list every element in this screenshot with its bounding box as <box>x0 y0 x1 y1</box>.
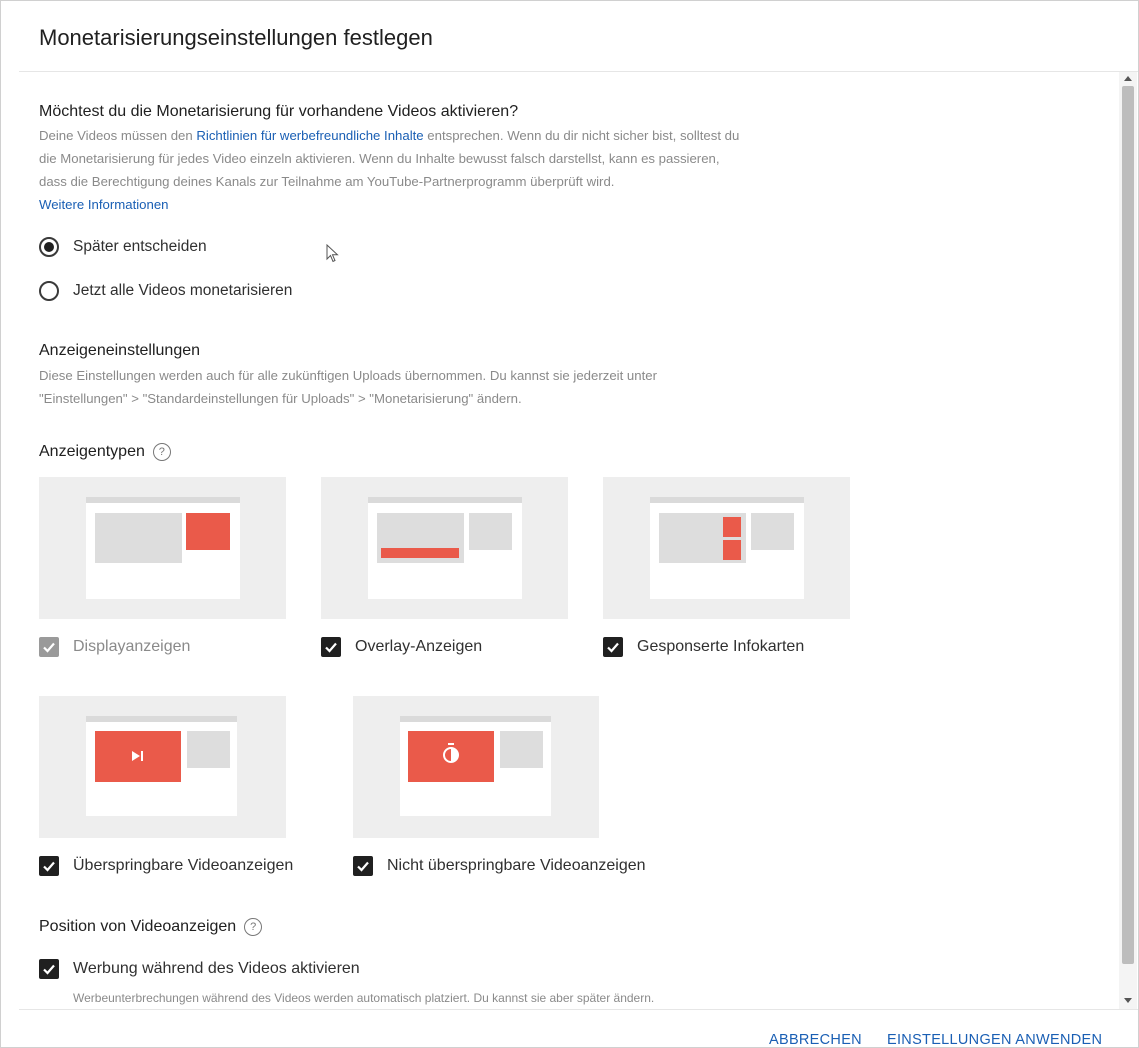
learn-more-link[interactable]: Weitere Informationen <box>39 193 169 216</box>
monetization-dialog: Monetarisierungseinstellungen festlegen … <box>0 0 1139 1048</box>
radio-monetize-all-control[interactable] <box>39 281 59 301</box>
checkbox-sponsored-cards-label: Gesponserte Infokarten <box>637 638 805 655</box>
checkbox-display-ads-control[interactable] <box>39 637 59 657</box>
apply-settings-button[interactable]: EINSTELLUNGEN ANWENDEN <box>887 1032 1102 1047</box>
checkbox-display-ads-label: Displayanzeigen <box>73 638 191 655</box>
sponsored-cards-illustration <box>603 477 850 619</box>
overlay-ads-illustration <box>321 477 568 619</box>
skippable-video-ads-illustration-svg <box>86 716 237 816</box>
checkbox-skippable-video-ads[interactable]: Überspringbare Videoanzeigen <box>39 856 293 876</box>
skippable-video-ads-illustration <box>39 696 286 838</box>
dialog-content[interactable]: Möchtest du die Monetarisierung für vorh… <box>1 72 1119 1009</box>
monetize-desc-pre: Deine Videos müssen den <box>39 128 197 143</box>
monetize-desc-line-1: Deine Videos müssen den Richtlinien für … <box>39 124 889 147</box>
checkbox-non-skippable-video-ads[interactable]: Nicht überspringbare Videoanzeigen <box>353 856 646 876</box>
checkbox-overlay-ads[interactable]: Overlay-Anzeigen <box>321 637 482 657</box>
checkbox-display-ads[interactable]: Displayanzeigen <box>39 637 190 657</box>
checkbox-sponsored-cards[interactable]: Gesponserte Infokarten <box>603 637 804 657</box>
ad-friendly-guidelines-link[interactable]: Richtlinien für werbefreundliche Inhalte <box>196 128 423 143</box>
display-ads-illustration-svg <box>86 497 240 599</box>
non-skippable-video-ads-illustration <box>353 696 599 838</box>
ad-position-help-icon[interactable]: ? <box>244 918 263 936</box>
scrollbar-thumb[interactable] <box>1122 86 1134 964</box>
display-ads-illustration <box>39 477 286 619</box>
ad-position-heading: Position von Videoanzeigen? <box>39 918 263 936</box>
check-icon <box>43 642 55 653</box>
footer-divider <box>19 1009 1138 1010</box>
radio-decide-later[interactable]: Später entscheiden <box>39 237 207 257</box>
checkbox-midroll-ads[interactable]: Werbung während des Videos aktivieren <box>39 959 360 979</box>
checkbox-midroll-ads-control[interactable] <box>39 959 59 979</box>
ad-settings-heading: Anzeigeneinstellungen <box>39 342 201 359</box>
checkbox-overlay-ads-control[interactable] <box>321 637 341 657</box>
ad-types-heading: Anzeigentypen? <box>39 443 171 461</box>
cancel-button[interactable]: ABBRECHEN <box>769 1032 862 1047</box>
check-icon <box>325 642 337 653</box>
ad-settings-desc-line-2: "Einstellungen" > "Standardeinstellungen… <box>39 391 522 406</box>
radio-decide-later-label: Später entscheiden <box>73 238 207 255</box>
radio-monetize-all-label: Jetzt alle Videos monetarisieren <box>73 282 293 299</box>
radio-decide-later-control[interactable] <box>39 237 59 257</box>
dialog-title: Monetarisierungseinstellungen festlegen <box>39 25 433 50</box>
content-scrollbar[interactable] <box>1119 72 1137 1009</box>
checkbox-non-skippable-video-ads-label: Nicht überspringbare Videoanzeigen <box>387 857 646 874</box>
ad-settings-desc-line-1: Diese Einstellungen werden auch für alle… <box>39 368 657 383</box>
sponsored-cards-illustration-svg <box>650 497 804 599</box>
ad-types-heading-text: Anzeigentypen <box>39 443 145 461</box>
check-icon <box>357 861 369 872</box>
monetize-heading: Möchtest du die Monetarisierung für vorh… <box>39 103 519 120</box>
midroll-ads-description: Werbeunterbrechungen während des Videos … <box>73 991 655 1005</box>
monetize-description: Deine Videos müssen den Richtlinien für … <box>39 124 889 216</box>
checkbox-midroll-ads-label: Werbung während des Videos aktivieren <box>73 960 360 977</box>
non-skippable-video-ads-illustration-svg <box>400 716 551 816</box>
overlay-ads-illustration-svg <box>368 497 522 599</box>
checkbox-overlay-ads-label: Overlay-Anzeigen <box>355 638 483 655</box>
radio-monetize-all[interactable]: Jetzt alle Videos monetarisieren <box>39 281 292 301</box>
check-icon <box>43 964 55 975</box>
mouse-cursor-icon <box>326 244 339 263</box>
ad-settings-description: Diese Einstellungen werden auch für alle… <box>39 364 889 410</box>
checkbox-skippable-video-ads-label: Überspringbare Videoanzeigen <box>73 857 294 874</box>
check-icon <box>607 642 619 653</box>
scroll-down-arrow-icon[interactable] <box>1124 998 1132 1003</box>
monetize-desc-line-3: dass die Berechtigung deines Kanals zur … <box>39 174 615 189</box>
check-icon <box>43 861 55 872</box>
checkbox-non-skippable-video-ads-control[interactable] <box>353 856 373 876</box>
scroll-up-arrow-icon[interactable] <box>1124 76 1132 81</box>
checkbox-sponsored-cards-control[interactable] <box>603 637 623 657</box>
ad-types-help-icon[interactable]: ? <box>152 443 171 461</box>
checkbox-skippable-video-ads-control[interactable] <box>39 856 59 876</box>
monetize-desc-line-2: die Monetarisierung für jedes Video einz… <box>39 151 720 166</box>
monetize-desc-post: entsprechen. Wenn du dir nicht sicher bi… <box>423 128 740 143</box>
ad-position-heading-text: Position von Videoanzeigen <box>39 918 237 936</box>
